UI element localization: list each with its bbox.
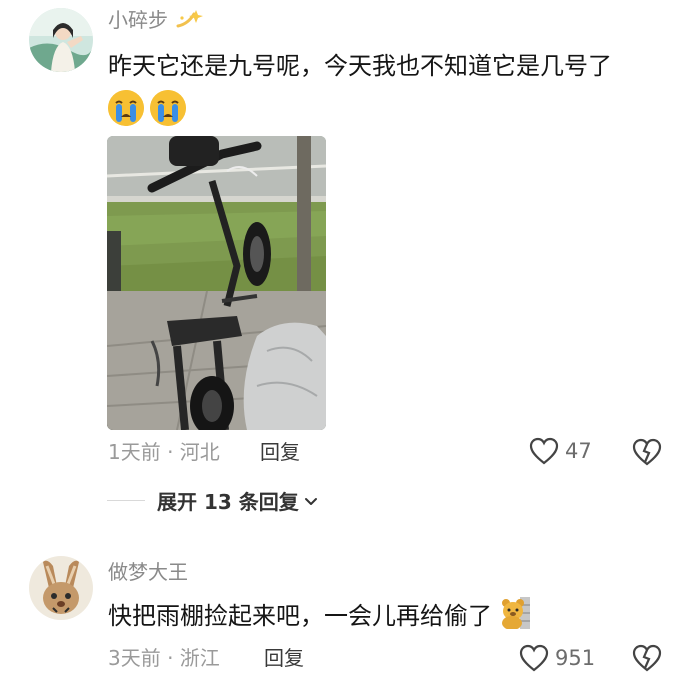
expand-replies-label: 展开 13 条回复 bbox=[157, 490, 299, 514]
crying-face-icon bbox=[108, 90, 144, 126]
like-button[interactable]: 47 bbox=[529, 437, 592, 465]
heart-icon bbox=[529, 437, 559, 465]
divider bbox=[107, 500, 145, 501]
like-count: 951 bbox=[555, 646, 596, 670]
sparkle-icon bbox=[174, 8, 204, 35]
reply-button[interactable]: 回复 bbox=[260, 440, 300, 464]
comment-list: 小碎步 昨天它还是九号呢，今天我也不知道它是几号了 1天前 · 河北 回复 47… bbox=[0, 0, 690, 673]
dislike-icon[interactable] bbox=[632, 644, 662, 672]
username[interactable]: 做梦大王 bbox=[108, 560, 188, 584]
comment-text: 昨天它还是九号呢，今天我也不知道它是几号了 bbox=[108, 52, 612, 80]
like-button[interactable]: 951 bbox=[519, 644, 595, 672]
avatar[interactable] bbox=[29, 8, 93, 72]
comment-meta: 1天前 · 河北 bbox=[108, 440, 220, 464]
emoji-row bbox=[108, 90, 186, 126]
reply-button[interactable]: 回复 bbox=[264, 646, 304, 670]
like-count: 47 bbox=[565, 439, 592, 463]
bear-sticker-icon bbox=[500, 597, 530, 637]
expand-replies-button[interactable]: 展开 13 条回复 bbox=[107, 486, 319, 515]
comment-meta: 3天前 · 浙江 bbox=[108, 646, 220, 670]
crying-face-icon bbox=[150, 90, 186, 126]
comment-text: 快把雨棚捡起来吧，一会儿再给偷了 bbox=[108, 597, 530, 637]
dislike-icon[interactable] bbox=[632, 438, 662, 466]
heart-icon bbox=[519, 644, 549, 672]
chevron-down-icon bbox=[304, 497, 317, 505]
comment-photo[interactable] bbox=[107, 136, 326, 430]
avatar[interactable] bbox=[29, 556, 93, 620]
username[interactable]: 小碎步 bbox=[108, 8, 204, 35]
